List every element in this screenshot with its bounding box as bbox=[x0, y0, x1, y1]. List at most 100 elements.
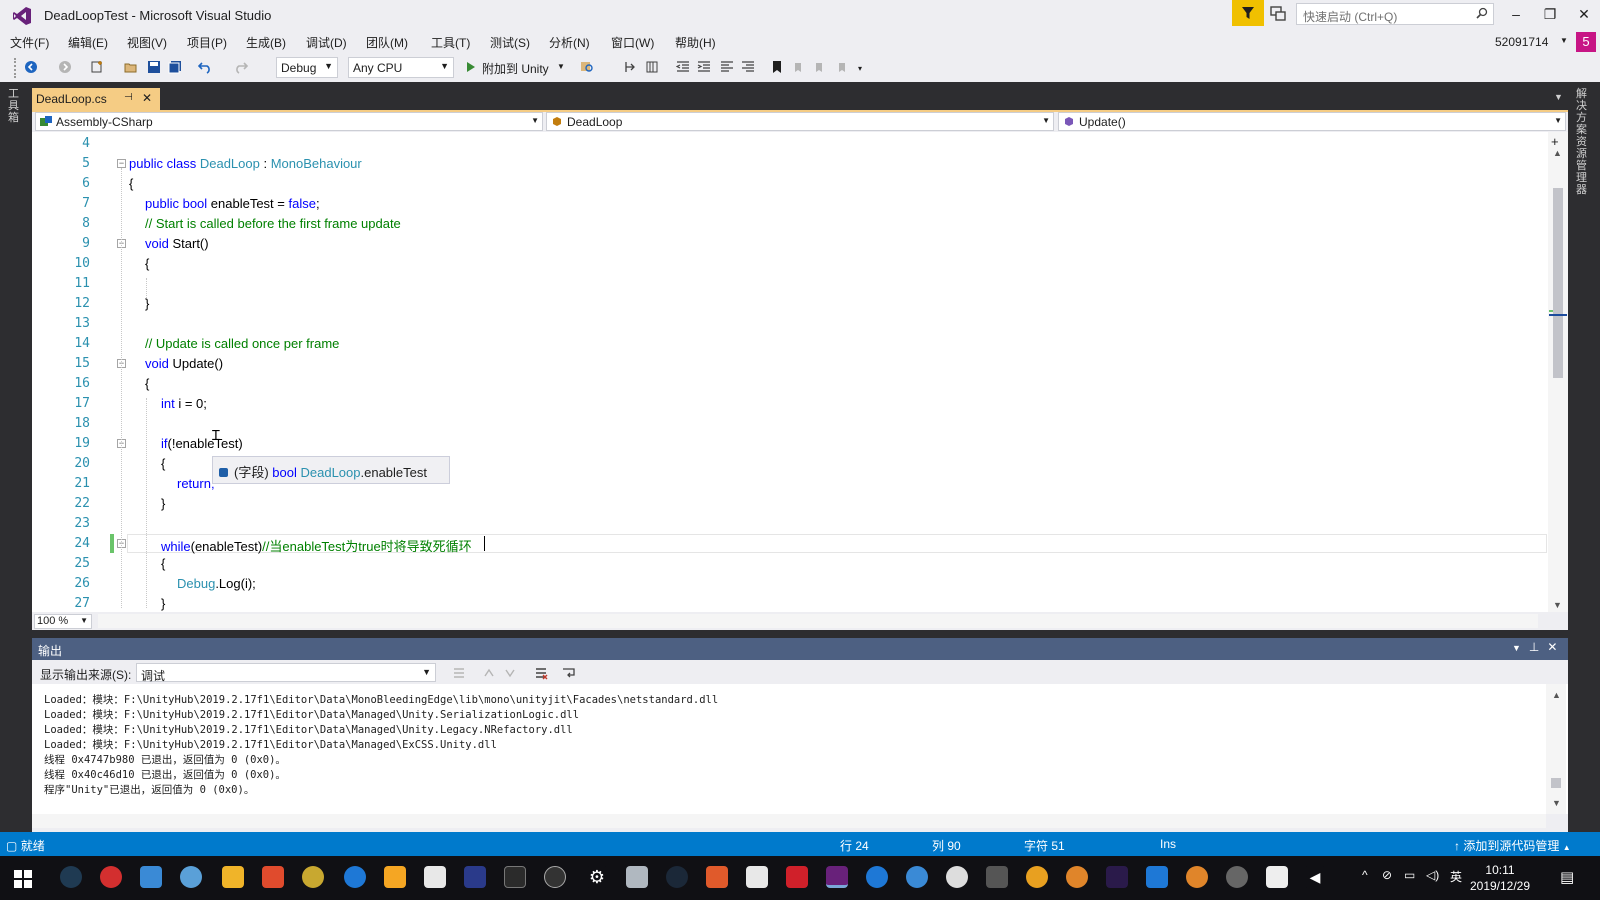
clear-all-icon[interactable] bbox=[534, 666, 548, 680]
attach-to-unity-button[interactable]: 附加到 Unity bbox=[482, 60, 549, 77]
previous-message-icon[interactable] bbox=[482, 666, 496, 680]
file-explorer-icon[interactable] bbox=[222, 866, 244, 888]
open-file-icon[interactable] bbox=[124, 60, 138, 74]
find-in-files-icon[interactable] bbox=[580, 60, 594, 74]
editor-horizontal-scrollbar[interactable] bbox=[98, 614, 1538, 628]
menu-window[interactable]: 窗口(W) bbox=[611, 34, 654, 51]
taskbar-app-icon[interactable] bbox=[180, 866, 202, 888]
output-source-select[interactable]: 调试 ▼ bbox=[136, 663, 436, 683]
action-center-icon[interactable]: ▤ bbox=[1560, 868, 1574, 886]
taskbar-app-icon[interactable] bbox=[946, 866, 968, 888]
taskbar-app-icon[interactable] bbox=[786, 866, 808, 888]
settings-gear-icon[interactable]: ⚙ bbox=[586, 866, 608, 888]
tray-app-icon[interactable]: ⊘ bbox=[1382, 868, 1392, 882]
blender-icon[interactable] bbox=[1066, 866, 1088, 888]
chrome-icon[interactable] bbox=[1026, 866, 1048, 888]
taskbar-app-icon[interactable] bbox=[424, 866, 446, 888]
word-wrap-icon[interactable] bbox=[562, 666, 576, 680]
close-panel-icon[interactable]: ✕ bbox=[1547, 640, 1565, 654]
add-to-source-control-button[interactable]: ↑ 添加到源代码管理 ▲ bbox=[1454, 837, 1571, 854]
feedback-icon[interactable] bbox=[1268, 4, 1288, 24]
auto-hide-pin-icon[interactable]: ⊥ bbox=[1529, 640, 1547, 654]
find-message-icon[interactable] bbox=[452, 666, 466, 680]
navigate-back-icon[interactable] bbox=[24, 60, 38, 74]
terminal-icon[interactable] bbox=[504, 866, 526, 888]
unity-hub-icon[interactable] bbox=[1266, 866, 1288, 888]
menu-build[interactable]: 生成(B) bbox=[246, 34, 286, 51]
media-player-icon[interactable] bbox=[384, 866, 406, 888]
photoshop-icon[interactable] bbox=[464, 866, 486, 888]
step-over-icon[interactable] bbox=[645, 60, 659, 74]
save-all-icon[interactable] bbox=[168, 60, 182, 74]
navigate-forward-icon[interactable] bbox=[58, 60, 72, 74]
taskbar-app-icon[interactable]: ◀ bbox=[1304, 866, 1326, 888]
menu-debug[interactable]: 调试(D) bbox=[306, 34, 347, 51]
taskbar-app-icon[interactable] bbox=[100, 866, 122, 888]
menu-analyze[interactable]: 分析(N) bbox=[549, 34, 590, 51]
toolbar-grip[interactable] bbox=[14, 58, 19, 78]
start-debugging-play-icon[interactable] bbox=[466, 61, 476, 73]
tab-deadloop-cs[interactable]: DeadLoop.cs ⊣ ✕ bbox=[32, 88, 160, 110]
windows-start-icon[interactable] bbox=[14, 870, 32, 888]
calculator-icon[interactable] bbox=[746, 866, 768, 888]
window-position-chevron-down-icon[interactable]: ▼ bbox=[1512, 643, 1529, 653]
next-message-icon[interactable] bbox=[503, 666, 517, 680]
solution-platform-select[interactable]: Any CPU ▼ bbox=[348, 57, 454, 78]
taskbar-app-icon[interactable] bbox=[906, 866, 928, 888]
scroll-up-arrow-icon[interactable]: ▲ bbox=[1553, 148, 1562, 158]
scroll-down-arrow-icon[interactable]: ▼ bbox=[1553, 600, 1562, 610]
network-icon[interactable]: ▭ bbox=[1404, 868, 1415, 882]
menu-help[interactable]: 帮助(H) bbox=[675, 34, 716, 51]
steam-icon[interactable] bbox=[666, 866, 688, 888]
output-vertical-scrollbar[interactable] bbox=[1546, 684, 1566, 814]
system-clock[interactable]: 10:11 2019/12/29 bbox=[1468, 862, 1532, 894]
visual-studio-taskbar-icon[interactable] bbox=[826, 866, 848, 888]
new-project-icon[interactable] bbox=[90, 60, 104, 74]
avatar[interactable]: 5 bbox=[1576, 32, 1596, 52]
taskbar-app-icon[interactable] bbox=[1226, 866, 1248, 888]
taskbar-app-icon[interactable] bbox=[262, 866, 284, 888]
taskbar-app-icon[interactable] bbox=[302, 866, 324, 888]
collapse-region-toggle[interactable]: − bbox=[117, 159, 126, 168]
toolbar-overflow-icon[interactable]: ▾ bbox=[858, 64, 862, 73]
menu-tools[interactable]: 工具(T) bbox=[431, 34, 470, 51]
split-window-icon[interactable]: + bbox=[1551, 134, 1559, 149]
redo-icon[interactable] bbox=[234, 60, 248, 74]
step-into-icon[interactable] bbox=[624, 60, 638, 74]
editor-scroll-thumb[interactable] bbox=[1553, 188, 1563, 378]
scroll-up-arrow-icon[interactable]: ▲ bbox=[1552, 690, 1561, 700]
edge-browser-icon[interactable] bbox=[344, 866, 366, 888]
account-name[interactable]: 52091714 bbox=[1495, 35, 1548, 49]
toolbox-side-tab[interactable]: 工具箱 bbox=[8, 88, 24, 124]
pin-icon[interactable]: ⊣ bbox=[124, 92, 133, 103]
project-dropdown[interactable]: Assembly-CSharp ▼ bbox=[35, 112, 543, 131]
solution-configuration-select[interactable]: Debug ▼ bbox=[276, 57, 338, 78]
cortana-icon[interactable] bbox=[60, 866, 82, 888]
taskbar-app-icon[interactable] bbox=[1146, 866, 1168, 888]
menu-file[interactable]: 文件(F) bbox=[10, 34, 49, 51]
account-chevron-down-icon[interactable]: ▼ bbox=[1560, 36, 1568, 45]
clear-bookmarks-icon[interactable] bbox=[836, 60, 850, 74]
restore-button[interactable]: ❐ bbox=[1536, 4, 1564, 24]
output-scroll-thumb[interactable] bbox=[1551, 778, 1561, 788]
quick-launch-input[interactable]: 快速启动 (Ctrl+Q) bbox=[1296, 3, 1494, 25]
input-method-indicator[interactable]: 英 bbox=[1450, 868, 1462, 885]
member-dropdown[interactable]: Update() ▼ bbox=[1058, 112, 1566, 131]
outdent-icon[interactable] bbox=[676, 60, 690, 74]
close-button[interactable]: ✕ bbox=[1570, 4, 1598, 24]
minimize-button[interactable]: – bbox=[1502, 4, 1530, 24]
uncomment-lines-icon[interactable] bbox=[741, 60, 755, 74]
taskbar-app-icon[interactable] bbox=[544, 866, 566, 888]
taskbar-app-icon[interactable] bbox=[706, 866, 728, 888]
blender-icon[interactable] bbox=[1186, 866, 1208, 888]
unity-icon[interactable] bbox=[986, 866, 1008, 888]
internet-explorer-icon[interactable] bbox=[866, 866, 888, 888]
class-dropdown[interactable]: DeadLoop ▼ bbox=[546, 112, 1054, 131]
taskbar-app-icon[interactable] bbox=[626, 866, 648, 888]
tab-overflow-chevron-down-icon[interactable]: ▼ bbox=[1554, 92, 1563, 102]
indent-icon[interactable] bbox=[697, 60, 711, 74]
menu-team[interactable]: 团队(M) bbox=[366, 34, 408, 51]
premiere-icon[interactable] bbox=[1106, 866, 1128, 888]
menu-view[interactable]: 视图(V) bbox=[127, 34, 167, 51]
bookmark-icon[interactable] bbox=[770, 60, 784, 74]
